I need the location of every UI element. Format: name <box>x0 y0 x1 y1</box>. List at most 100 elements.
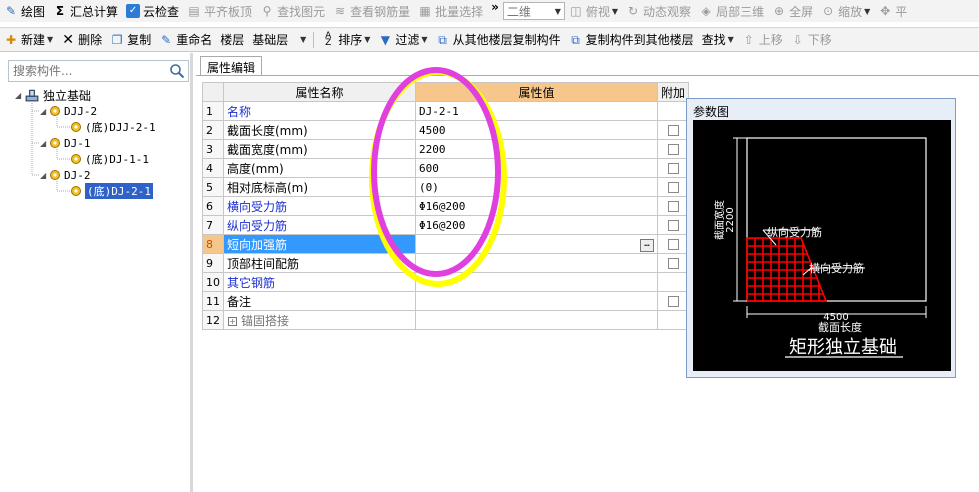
row-number: 12 <box>202 310 224 330</box>
tab-divider <box>196 75 979 76</box>
property-value-cell[interactable] <box>415 272 658 292</box>
property-name-header[interactable]: 属性名称 <box>223 82 416 102</box>
tree-connector-lines <box>31 101 70 192</box>
extra-checkbox[interactable] <box>667 125 679 136</box>
chevron-down-icon: ▼ <box>300 35 307 44</box>
ellipsis-button[interactable]: … <box>640 238 654 252</box>
property-name-cell[interactable]: 备注 <box>223 291 416 311</box>
search-icon[interactable] <box>169 63 185 79</box>
property-row[interactable]: 5 相对底标高(m) (0) <box>202 177 690 197</box>
property-row[interactable]: 2 截面长度(mm) 4500 <box>202 120 690 140</box>
copy-icon: ❐ <box>111 32 123 47</box>
extra-checkbox[interactable] <box>667 258 679 269</box>
local-3d-button[interactable]: ◈ 局部三维 <box>695 1 768 21</box>
toolbar-divider <box>313 31 315 48</box>
extra-cell <box>656 120 690 140</box>
property-name-cell[interactable]: 相对底标高(m) <box>223 177 416 197</box>
align-top-button[interactable]: ▤ 平齐板顶 <box>183 1 256 21</box>
cloud-check-button[interactable]: ✓ 云检查 <box>122 1 183 21</box>
top-view-button[interactable]: ◫ 俯视 ▼ <box>565 1 622 21</box>
toolbar-overflow[interactable]: » <box>487 0 503 17</box>
new-button[interactable]: ✚ 新建 ▼ <box>0 30 57 50</box>
move-up-button[interactable]: ⇧ 上移 <box>738 30 787 50</box>
property-value-cell[interactable]: 2200 <box>415 139 658 159</box>
property-row[interactable]: 12 + 锚固搭接 <box>202 310 690 330</box>
view-mode-select[interactable]: 二维 ▼ <box>502 2 565 20</box>
extra-checkbox[interactable] <box>667 144 679 155</box>
property-name: 相对底标高(m) <box>227 180 309 195</box>
property-name-cell[interactable]: 短向加强筋 <box>223 234 416 254</box>
batch-select-icon: ▦ <box>419 4 431 18</box>
property-value-cell[interactable] <box>415 291 658 311</box>
property-name-cell[interactable]: + 锚固搭接 <box>223 310 416 330</box>
property-value-cell[interactable]: DJ-2-1 <box>415 101 658 121</box>
delete-button[interactable]: ✕ 删除 <box>57 30 106 50</box>
property-row[interactable]: 9 顶部柱间配筋 <box>202 253 690 273</box>
find-element-icon: ⚲ <box>262 4 272 18</box>
property-name-cell[interactable]: 截面长度(mm) <box>223 120 416 140</box>
arrow-up-icon: ⇧ <box>743 32 754 47</box>
property-row[interactable]: 8 短向加强筋… <box>202 234 690 254</box>
extra-cell <box>656 272 690 292</box>
move-down-button[interactable]: ⇩ 下移 <box>787 30 836 50</box>
find-button[interactable]: 查找 ▼ <box>698 30 738 50</box>
find-element-button[interactable]: ⚲ 查找图元 <box>256 1 329 21</box>
property-value-header[interactable]: 属性值 <box>415 82 658 102</box>
chevron-down-icon: ▼ <box>611 6 619 16</box>
property-value-cell[interactable]: 4500 <box>415 120 658 140</box>
sort-button[interactable]: A Z 排序 ▼ <box>317 30 374 50</box>
property-row[interactable]: 7 纵向受力筋 Φ16@200 <box>202 215 690 235</box>
extra-checkbox[interactable] <box>667 163 679 174</box>
grid-header-row: 属性名称 属性值 附加 <box>202 82 690 102</box>
summary-calc-button[interactable]: Σ 汇总计算 <box>49 1 122 21</box>
property-name-cell[interactable]: 顶部柱间配筋 <box>223 253 416 273</box>
copy-from-floor-button[interactable]: ⧉ 从其他楼层复制构件 <box>432 30 565 50</box>
orbit-button[interactable]: ↻ 动态观察 <box>622 1 695 21</box>
property-name-cell[interactable]: 横向受力筋 <box>223 196 416 216</box>
property-value-cell[interactable]: (0) <box>415 177 658 197</box>
fullscreen-button[interactable]: ⊕ 全屏 <box>768 1 817 21</box>
property-name-cell[interactable]: 截面宽度(mm) <box>223 139 416 159</box>
property-row[interactable]: 1 名称 DJ-2-1 <box>202 101 690 121</box>
main-toolbar: ✎ 绘图 Σ 汇总计算 ✓ 云检查 ▤ 平齐板顶 ⚲ 查找图元 ≋ 查看钢筋量 ▦ 批量选择 … <box>0 0 979 22</box>
property-value-cell[interactable]: … <box>415 234 658 254</box>
filter-button[interactable]: ▼ 过滤 ▼ <box>374 30 431 50</box>
component-list-panel: ◢ 独立基础 ◢ DJJ-2 (底)DJJ-2-1 ◢ DJ-1 (底)DJ-1… <box>0 53 193 492</box>
extra-checkbox[interactable] <box>667 239 679 250</box>
floor-select[interactable]: 基础层 ▼ <box>248 30 311 49</box>
pan-button[interactable]: ✥ 平 <box>874 1 911 21</box>
rename-button[interactable]: ✎ 重命名 <box>155 30 216 50</box>
property-name-cell[interactable]: 高度(mm) <box>223 158 416 178</box>
property-value: Φ16@200 <box>419 218 466 232</box>
property-name-cell[interactable]: 纵向受力筋 <box>223 215 416 235</box>
sort-icon: AZ <box>325 30 332 48</box>
property-row[interactable]: 4 高度(mm) 600 <box>202 158 690 178</box>
property-name-cell[interactable]: 其它钢筋 <box>223 272 416 292</box>
property-value-cell[interactable]: Φ16@200 <box>415 196 658 216</box>
batch-select-button[interactable]: ▦ 批量选择 <box>414 1 487 21</box>
zoom-button[interactable]: ⊙ 缩放 ▼ <box>817 1 874 21</box>
property-row[interactable]: 3 截面宽度(mm) 2200 <box>202 139 690 159</box>
draw-icon: ✎ <box>5 4 17 18</box>
tab-property-edit[interactable]: 属性编辑 <box>200 56 263 76</box>
draw-button[interactable]: ✎ 绘图 <box>0 1 49 21</box>
extra-checkbox[interactable] <box>667 220 679 231</box>
property-row[interactable]: 10 其它钢筋 <box>202 272 690 292</box>
property-row[interactable]: 11 备注 <box>202 291 690 311</box>
property-value-cell[interactable] <box>415 253 658 273</box>
search-input[interactable] <box>9 61 164 81</box>
property-name-cell[interactable]: 名称 <box>223 101 416 121</box>
extra-header[interactable]: 附加 <box>656 82 690 102</box>
extra-checkbox[interactable] <box>667 182 679 193</box>
expand-icon[interactable]: + <box>228 316 237 326</box>
view-rebar-button[interactable]: ≋ 查看钢筋量 <box>329 1 414 21</box>
copy-to-floor-button[interactable]: ⧉ 复制构件到其他楼层 <box>565 30 698 50</box>
extra-checkbox[interactable] <box>667 201 679 212</box>
extra-cell <box>656 177 690 197</box>
property-value-cell[interactable]: 600 <box>415 158 658 178</box>
extra-checkbox[interactable] <box>667 296 679 307</box>
property-value-cell[interactable] <box>415 310 658 330</box>
property-value-cell[interactable]: Φ16@200 <box>415 215 658 235</box>
property-row[interactable]: 6 横向受力筋 Φ16@200 <box>202 196 690 216</box>
copy-button[interactable]: ❐ 复制 <box>106 30 155 50</box>
